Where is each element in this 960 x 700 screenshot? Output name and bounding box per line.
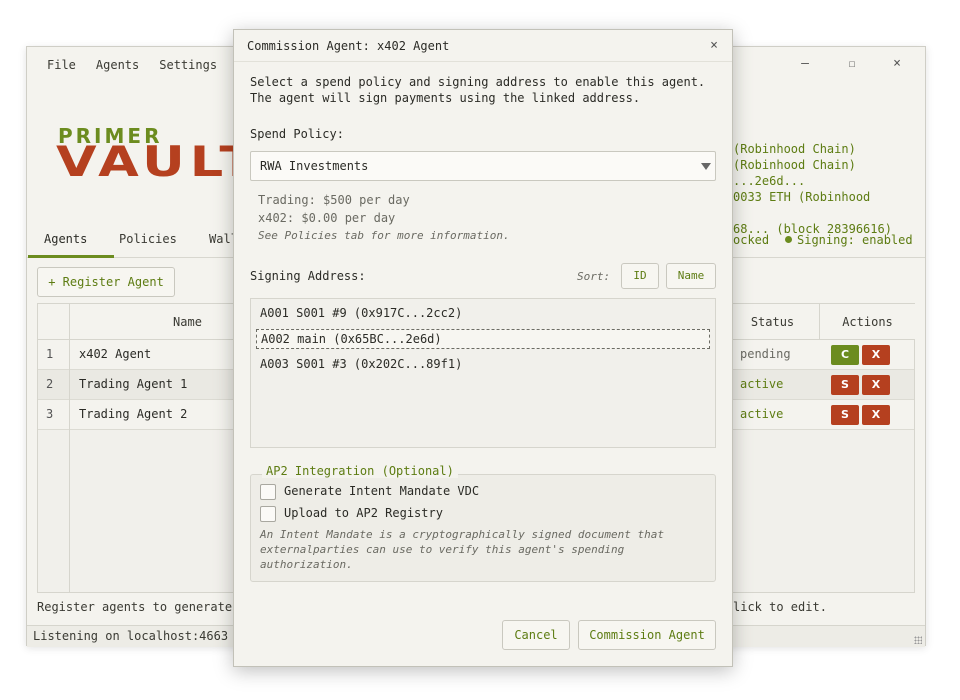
menu-file[interactable]: File [47,56,76,74]
signing-address-label: Signing Address: [250,269,366,283]
policy-note: See Policies tab for more information. [258,229,510,242]
suspend-button[interactable]: S [831,405,859,425]
agent-name: Trading Agent 1 [79,377,188,391]
resize-grip-icon[interactable] [914,636,922,644]
agent-status: active [740,407,784,421]
commission-agent-dialog: Commission Agent: x402 Agent × Select a … [233,29,733,667]
chevron-down-icon [701,163,711,170]
header-status[interactable]: Status [726,304,820,340]
agent-name: x402 Agent [79,347,152,361]
footer-hint-left: Register agents to generate [37,600,233,614]
logo-vault: VAULT [56,137,261,186]
active-tab-indicator [28,255,114,258]
upload-registry-label[interactable]: Upload to AP2 Registry [284,506,443,520]
menu-agents[interactable]: Agents [96,56,139,74]
ap2-note: An Intent Mandate is a cryptographically… [260,528,664,571]
address-item[interactable]: A001 S001 #9 (0x917C...2cc2) [256,304,710,324]
register-agent-button[interactable]: + Register Agent [37,267,175,297]
address-item[interactable]: A003 S001 #3 (0x202C...89f1) [256,355,710,375]
agent-status: active [740,377,784,391]
tab-agents[interactable]: Agents [44,232,87,246]
agent-name: Trading Agent 2 [79,407,188,421]
delete-button[interactable]: X [862,405,890,425]
spend-policy-select[interactable]: RWA Investments [250,151,716,181]
delete-button[interactable]: X [862,375,890,395]
policy-detail: x402: $0.00 per day [258,211,396,225]
dialog-title: Commission Agent: x402 Agent [247,39,450,53]
tab-policies[interactable]: Policies [119,232,177,246]
minimize-icon[interactable]: – [797,56,813,72]
cancel-button[interactable]: Cancel [502,620,570,650]
header-num [38,304,70,340]
footer-hint-right: lick to edit. [733,600,827,614]
address-item-selected[interactable]: A002 main (0x65BC...2e6d) [256,329,710,349]
policy-detail: Trading: $500 per day [258,193,410,207]
signing-status: Signing: enabled [785,233,913,247]
suspend-button[interactable]: S [831,375,859,395]
commission-agent-button[interactable]: Commission Agent [578,620,716,650]
header-actions: Actions [820,304,915,340]
status-dot-icon [785,236,792,243]
sort-name-button[interactable]: Name [666,263,716,289]
generate-mandate-label[interactable]: Generate Intent Mandate VDC [284,484,479,498]
dialog-titlebar: Commission Agent: x402 Agent × [234,30,732,62]
spend-policy-label: Spend Policy: [250,127,344,141]
upload-registry-checkbox[interactable] [260,506,276,522]
maximize-icon[interactable]: ☐ [844,56,860,72]
sort-label: Sort: [577,270,611,283]
delete-button[interactable]: X [862,345,890,365]
status-bar-text: Listening on localhost:4663 [33,629,229,643]
signing-status-label: Signing: enabled [797,233,913,247]
signing-address-list[interactable]: A001 S001 #9 (0x917C...2cc2) A002 main (… [250,298,716,448]
chain-info: (Robinhood Chain) (Robinhood Chain) ...2… [733,142,892,236]
menu-settings[interactable]: Settings [159,56,217,74]
generate-mandate-checkbox[interactable] [260,484,276,500]
close-icon[interactable]: × [710,38,718,53]
agent-status: pending [740,347,791,361]
close-icon[interactable]: × [889,56,905,72]
spend-policy-value: RWA Investments [260,159,369,173]
ap2-legend: AP2 Integration (Optional) [262,464,458,478]
row-number-column [38,340,70,592]
dialog-intro: Select a spend policy and signing addres… [250,75,706,105]
locked-status: ocked [733,233,770,247]
commission-button[interactable]: C [831,345,859,365]
sort-id-button[interactable]: ID [621,263,659,289]
